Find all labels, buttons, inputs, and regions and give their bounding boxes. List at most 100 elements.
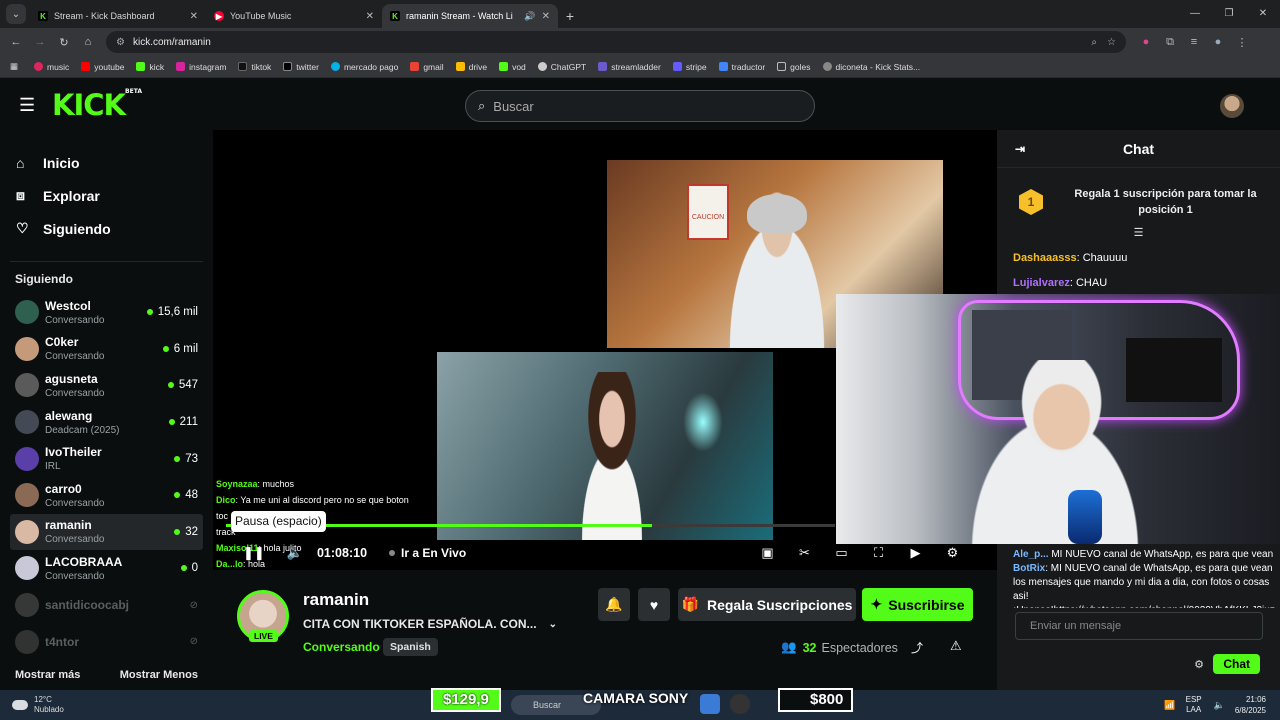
pause-icon[interactable]: ❚❚ <box>243 545 265 561</box>
minimize-button[interactable]: — <box>1178 0 1212 28</box>
search-input[interactable]: ⌕ Buscar <box>465 90 815 122</box>
weather-widget[interactable]: 12°C Nublado <box>12 695 64 715</box>
sidebar-channel-ivotheiler[interactable]: IvoTheiler IRL 73 <box>0 440 213 477</box>
back-icon[interactable]: ← <box>4 36 28 48</box>
bookmark-mercado-pago[interactable]: mercado pago <box>330 62 398 72</box>
profile-icon[interactable]: ● <box>1206 36 1230 49</box>
sidebar-channel-offline[interactable]: t4ntor ⊘ <box>0 623 213 660</box>
chevron-down-icon[interactable]: ⌄ <box>549 619 557 630</box>
bookmark-vod[interactable]: vod <box>499 62 526 72</box>
gift-subs-button[interactable]: 🎁 Regala Suscripciones <box>678 588 856 621</box>
fullscreen-icon[interactable]: ⛶ <box>860 545 897 561</box>
close-icon[interactable]: ✕ <box>366 11 374 22</box>
reload-icon[interactable]: ↻ <box>52 36 76 49</box>
nav-explorar[interactable]: ⧈ Explorar <box>16 179 213 212</box>
kick-favicon-icon: K <box>38 11 48 21</box>
forward-icon[interactable]: → <box>28 36 52 48</box>
volume-icon[interactable]: 🔈 <box>287 545 303 561</box>
bookmark-stripe[interactable]: stripe <box>672 62 707 72</box>
go-live-button[interactable]: Ir a En Vivo <box>389 546 466 560</box>
tab-ramanin-stream[interactable]: K ramanin Stream - Watch Li 🔊 ✕ <box>382 4 558 28</box>
mini-player-icon[interactable]: ▣ <box>749 545 786 561</box>
filter-icon[interactable]: ☰ <box>997 226 1280 246</box>
bookmark-drive[interactable]: drive <box>455 62 487 72</box>
report-icon[interactable]: ⚠ <box>950 638 962 654</box>
nav-siguiendo[interactable]: ♡ Siguiendo <box>16 212 213 245</box>
bookmark-kick[interactable]: kick <box>136 62 164 72</box>
restore-button[interactable]: ❐ <box>1212 0 1246 28</box>
bookmark-twitter[interactable]: twitter <box>283 62 319 72</box>
user-avatar[interactable] <box>1220 94 1244 118</box>
subscribe-button[interactable]: ✦ Suscribirse <box>862 588 973 621</box>
follow-button[interactable]: ♥ <box>638 588 670 621</box>
theater-mode-icon[interactable]: ▭ <box>823 545 860 561</box>
hamburger-menu-icon[interactable]: ☰ <box>19 95 35 116</box>
sidebar-channel-c0ker[interactable]: C0ker Conversando 6 mil <box>0 331 213 368</box>
chat-input[interactable]: Enviar un mensaje <box>1015 612 1263 640</box>
sidebar-channel-offline[interactable]: santidicoocabj ⊘ <box>0 587 213 624</box>
chrome-icon[interactable] <box>700 694 720 714</box>
obs-icon[interactable] <box>730 694 750 714</box>
close-icon[interactable]: ✕ <box>190 11 198 22</box>
tab-youtube-music[interactable]: ▶ YouTube Music ✕ <box>206 4 382 28</box>
address-bar[interactable]: ⚙ kick.com/ramanin ⌕ ☆ <box>106 31 1126 53</box>
clock[interactable]: 21:06 6/8/2025 <box>1235 694 1266 716</box>
extension-icon[interactable]: ● <box>1134 36 1158 49</box>
show-less-button[interactable]: Mostrar Menos <box>120 669 198 681</box>
category-link[interactable]: Conversando <box>303 640 380 654</box>
sidebar-channel-alewang[interactable]: alewang Deadcam (2025) 211 <box>0 404 213 441</box>
puzzle-icon[interactable]: ⧉ <box>1158 36 1182 49</box>
offline-icon: ⊘ <box>189 636 198 648</box>
channel-category: Conversando <box>45 534 105 546</box>
wifi-icon[interactable]: 📶 <box>1164 700 1175 711</box>
bookmark-youtube[interactable]: youtube <box>81 62 124 72</box>
send-chat-button[interactable]: Chat <box>1213 654 1260 674</box>
bookmark-goles[interactable]: goles <box>777 62 811 72</box>
bookmark-gmail[interactable]: gmail <box>410 62 444 72</box>
chat-settings-icon[interactable]: ⚙ <box>1194 658 1204 671</box>
share-icon[interactable]: ⤴ <box>911 639 923 656</box>
stripe-icon <box>672 62 682 71</box>
site-settings-icon[interactable]: ⚙ <box>116 37 125 48</box>
gift-sub-promo[interactable]: 1 Regala 1 suscripción para tomar la pos… <box>997 168 1280 226</box>
stream-title[interactable]: CITA CON TIKTOKER ESPAÑOLA. CON... ⌄ <box>303 617 557 631</box>
bookmark-diconeta[interactable]: diconeta - Kick Stats... <box>822 62 920 72</box>
volume-icon[interactable]: 🔈 <box>1214 700 1225 711</box>
bookmark-star-icon[interactable]: ☆ <box>1107 37 1116 48</box>
apps-grid-icon[interactable]: ▦ <box>10 61 18 72</box>
skip-icon[interactable]: ▶ <box>897 545 934 561</box>
collapse-chat-icon[interactable]: ⇥ <box>1015 142 1025 156</box>
clip-icon[interactable]: ✂ <box>786 545 823 561</box>
zoom-icon[interactable]: ⌕ <box>1091 37 1097 48</box>
tab-search-button[interactable]: ⌄ <box>6 4 26 24</box>
bookmark-music[interactable]: music <box>34 62 69 72</box>
language-tag[interactable]: Spanish <box>383 638 438 656</box>
home-icon[interactable]: ⌂ <box>76 36 100 48</box>
bookmark-streamladder[interactable]: streamladder <box>598 62 661 72</box>
sidebar-channel-westcol[interactable]: Westcol Conversando 15,6 mil <box>0 294 213 331</box>
close-window-button[interactable]: ✕ <box>1246 0 1280 28</box>
nav-inicio[interactable]: ⌂ Inicio <box>16 146 213 179</box>
sidebar-channel-lacobraaa[interactable]: LACOBRAAA Conversando 0 <box>0 550 213 587</box>
show-more-button[interactable]: Mostrar más <box>15 669 80 681</box>
live-dot-icon <box>167 382 174 389</box>
bookmark-chatgpt[interactable]: ChatGPT <box>537 62 586 72</box>
bookmark-instagram[interactable]: instagram <box>176 62 226 72</box>
sidebar-channel-ramanin[interactable]: ramanin Conversando 32 <box>10 513 203 551</box>
channel-name[interactable]: ramanin <box>303 590 369 610</box>
reading-list-icon[interactable]: ≡ <box>1182 36 1206 49</box>
sidebar-channel-agusneta[interactable]: agusneta Conversando 547 <box>0 367 213 404</box>
new-tab-button[interactable]: + <box>558 4 582 28</box>
close-icon[interactable]: ✕ <box>542 11 550 22</box>
kick-logo[interactable]: KICKBETA <box>52 88 142 122</box>
tab-kick-dashboard[interactable]: K Stream - Kick Dashboard ✕ <box>30 4 206 28</box>
bookmark-traductor[interactable]: traductor <box>718 62 765 72</box>
bookmark-tiktok[interactable]: tiktok <box>238 62 271 72</box>
menu-dots-icon[interactable]: ⋮ <box>1230 36 1254 49</box>
channel-avatar <box>15 483 39 508</box>
language-indicator[interactable]: ESP LAA <box>1186 695 1202 715</box>
settings-gear-icon[interactable]: ⚙ <box>934 545 971 561</box>
sidebar-channel-carro0[interactable]: carro0 Conversando 48 <box>0 477 213 514</box>
speaker-icon[interactable]: 🔊 <box>524 11 535 22</box>
notifications-button[interactable]: 🔔 <box>598 588 630 621</box>
